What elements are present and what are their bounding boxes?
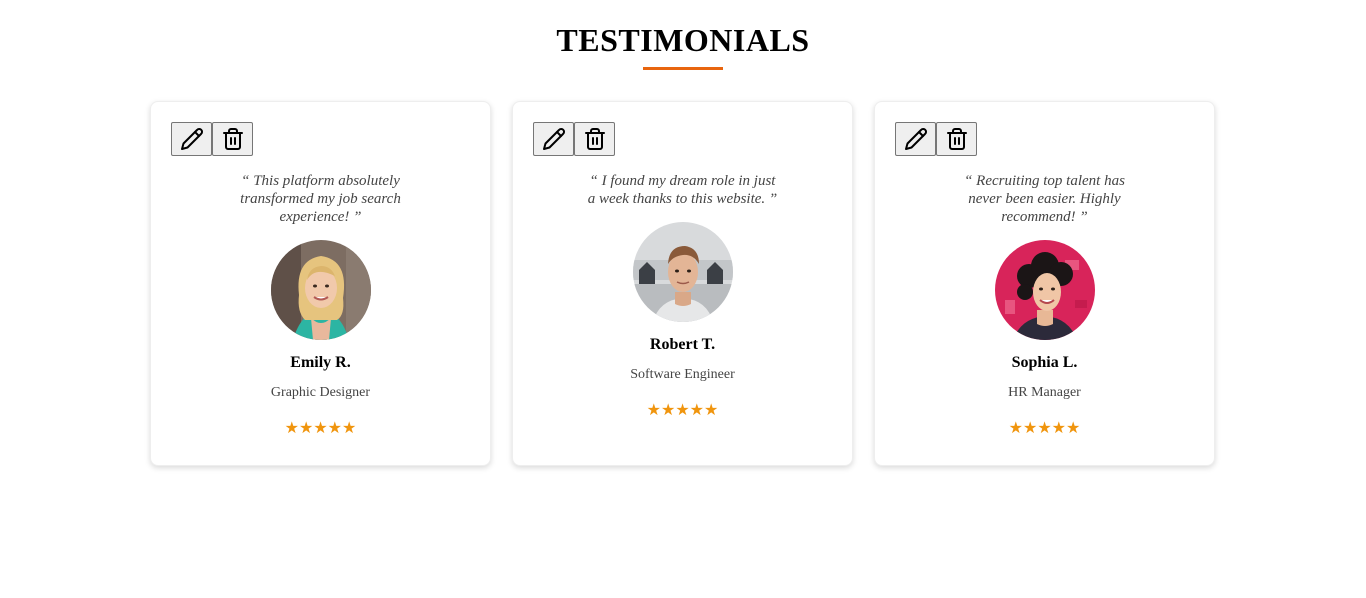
edit-button[interactable]: [895, 122, 936, 156]
pencil-icon: [180, 128, 203, 150]
person-name: Emily R.: [290, 354, 351, 371]
card-actions: [895, 122, 1194, 156]
star-rating: ★★★★★: [646, 400, 719, 419]
trash-icon: [946, 128, 967, 150]
star-rating: ★★★★★: [284, 418, 357, 437]
testimonials-page: TESTIMONIALS “ This platform absolutely …: [0, 0, 1366, 598]
card-actions: [533, 122, 832, 156]
person-role: Graphic Designer: [270, 385, 371, 400]
delete-button[interactable]: [574, 122, 615, 156]
avatar: [270, 240, 371, 340]
card-actions: [171, 122, 470, 156]
testimonial-quote: “ This platform absolutely transformed m…: [240, 173, 401, 225]
testimonial-card: “ Recruiting top talent has never been e…: [874, 101, 1215, 466]
trash-icon: [222, 128, 243, 150]
star-rating: ★★★★★: [1008, 418, 1081, 437]
testimonial-quote: “ Recruiting top talent has never been e…: [964, 173, 1125, 225]
person-name: Sophia L.: [1011, 354, 1078, 371]
title-underline: [643, 67, 723, 70]
delete-button[interactable]: [212, 122, 253, 156]
delete-button[interactable]: [936, 122, 977, 156]
pencil-icon: [904, 128, 927, 150]
person-name: Robert T.: [649, 336, 716, 353]
testimonial-cards: “ This platform absolutely transformed m…: [150, 101, 1215, 466]
person-role: HR Manager: [1008, 385, 1081, 400]
testimonial-quote: “ I found my dream role in just a week t…: [587, 173, 778, 207]
pencil-icon: [542, 128, 565, 150]
avatar: [994, 240, 1095, 340]
avatar: [632, 222, 733, 322]
testimonial-card: “ This platform absolutely transformed m…: [150, 101, 491, 466]
edit-button[interactable]: [171, 122, 212, 156]
section-title: TESTIMONIALS: [556, 22, 810, 58]
edit-button[interactable]: [533, 122, 574, 156]
person-role: Software Engineer: [630, 367, 735, 382]
trash-icon: [584, 128, 605, 150]
testimonial-card: “ I found my dream role in just a week t…: [512, 101, 853, 466]
